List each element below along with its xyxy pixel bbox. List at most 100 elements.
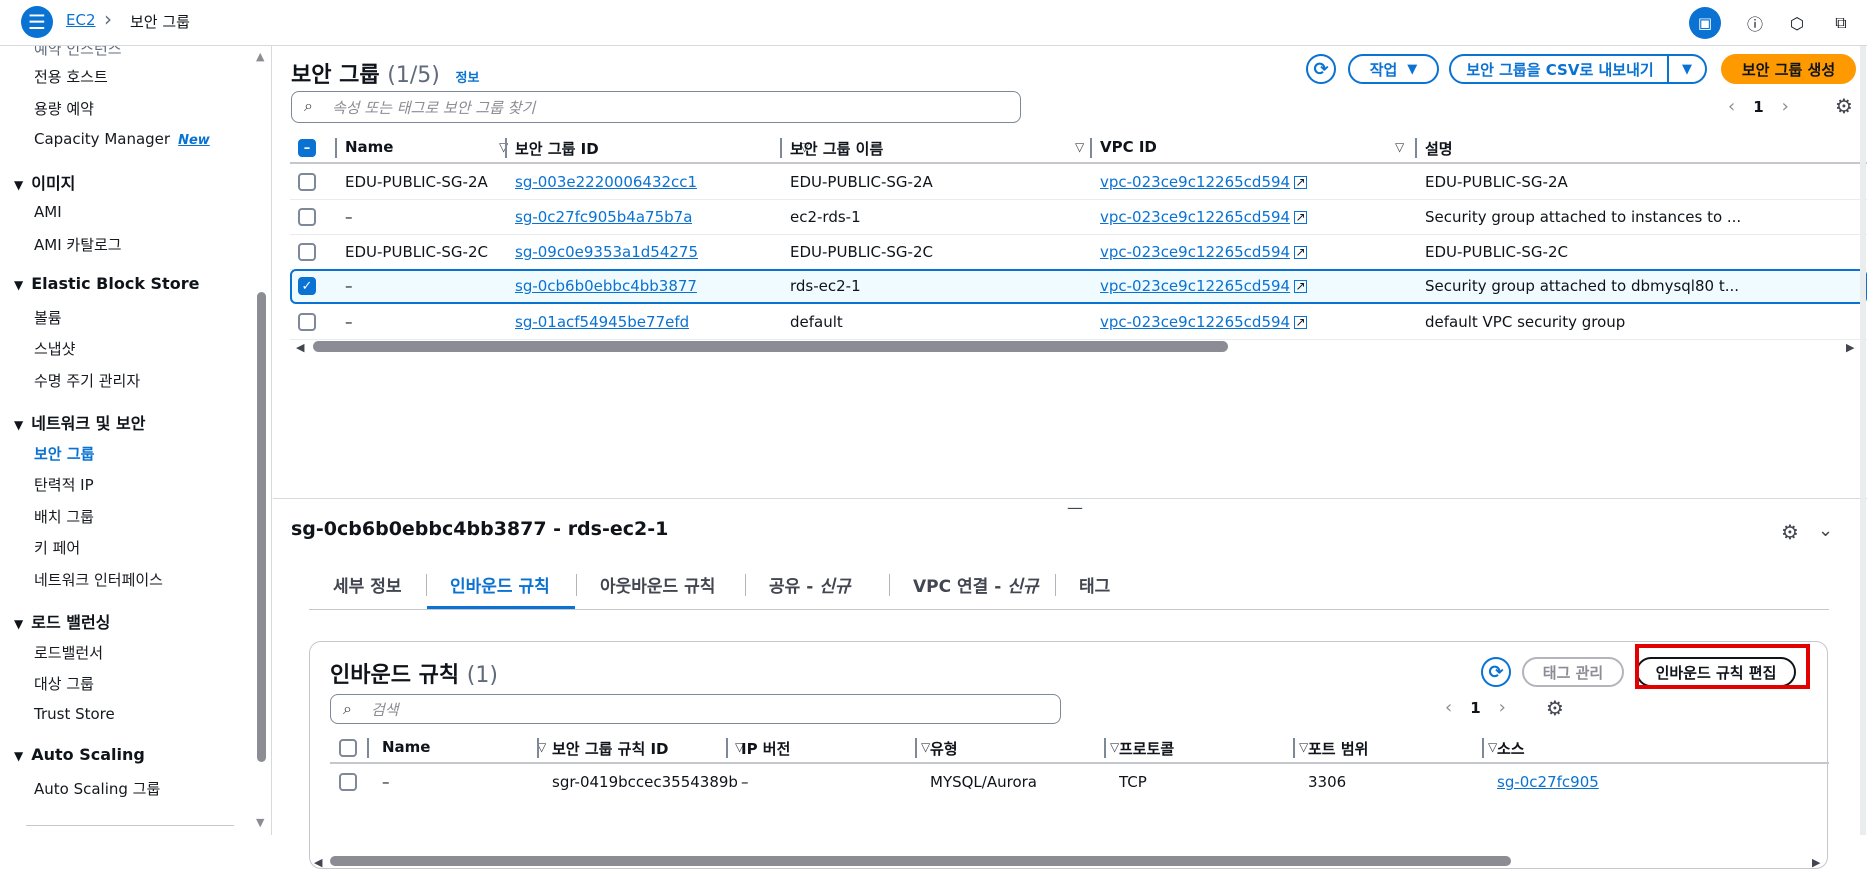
sidebar-item-snapshots[interactable]: 스냅샷 [34,338,75,359]
vpc-link[interactable]: vpc-023ce9c12265cd594 ↗ [1100,208,1308,226]
security-group-id-link[interactable]: sg-01acf54945be77efd [515,313,689,331]
row-checkbox[interactable] [339,773,357,791]
select-all-checkbox[interactable]: – [298,139,316,157]
column-header-protocol[interactable]: 프로토콜 ▽ [1119,738,1308,759]
vpc-id[interactable]: vpc-023ce9c12265cd594 [1100,313,1290,331]
sidebar-item-target-groups[interactable]: 대상 그룹 [34,673,94,694]
vpc-link[interactable]: vpc-023ce9c12265cd594 ↗ [1100,173,1308,191]
tab-sharing[interactable]: 공유 - 신규 [769,572,850,597]
row-checkbox[interactable] [298,243,316,261]
column-header-ip-version[interactable]: IP 버전 ▽ [741,738,930,759]
tab-vpc-associations[interactable]: VPC 연결 - 신규 [913,572,1038,597]
refresh-icon[interactable]: ⟳ [1481,657,1511,687]
tab-details[interactable]: 세부 정보 [333,572,401,597]
chevron-left-icon[interactable]: ‹ [1728,96,1735,117]
settings-hex-icon[interactable]: ⬡ [1784,10,1810,36]
row-checkbox[interactable] [298,313,316,331]
gear-icon[interactable]: ⚙ [1835,94,1853,118]
sidebar-item-lifecycle-manager[interactable]: 수명 주기 관리자 [34,370,140,391]
column-header-port-range[interactable]: 포트 범위 ▽ [1308,738,1497,759]
tab-inbound-rules[interactable]: 인바운드 규칙 [450,572,550,597]
column-header-name[interactable]: Name ▽ [345,138,508,156]
security-group-search-input[interactable]: ⌕ 속성 또는 태그로 보안 그룹 찾기 [291,91,1021,123]
sidebar-item-security-groups[interactable]: 보안 그룹 [34,443,94,464]
vpc-id[interactable]: vpc-023ce9c12265cd594 [1100,173,1290,191]
caret-down-icon[interactable]: ▼ [1667,54,1705,84]
column-header-type[interactable]: 유형 ▽ [930,738,1119,759]
sort-icon[interactable]: ▽ [1395,140,1404,154]
sidebar-section-load-balancing[interactable]: ▼ 로드 밸런싱 [14,609,110,633]
sidebar-item-capacity-reservations[interactable]: 용량 예약 [34,98,94,119]
sort-icon[interactable]: ▽ [1488,740,1497,754]
new-badge[interactable]: New [178,133,210,148]
menu-icon[interactable]: ☰ [21,6,53,38]
info-icon[interactable]: ⓘ [1742,10,1768,36]
table-row-selected[interactable]: ✓ – sg-0cb6b0ebbc4bb3877 rds-ec2-1 vpc-0… [290,269,1867,304]
column-header-name[interactable]: Name ▽ [382,738,546,756]
panel-toggle-icon[interactable]: ▣ [1689,7,1721,39]
scroll-right-icon[interactable]: ▶ [1812,856,1820,869]
gear-icon[interactable]: ⚙ [1546,696,1564,720]
vpc-link[interactable]: vpc-023ce9c12265cd594 ↗ [1100,277,1308,295]
vpc-link[interactable]: vpc-023ce9c12265cd594 ↗ [1100,243,1308,261]
sidebar-item-dedicated-hosts[interactable]: 전용 호스트 [34,66,108,87]
table-horizontal-scrollbar[interactable] [330,856,1511,866]
sidebar-item-ami-catalog[interactable]: AMI 카탈로그 [34,234,122,255]
column-header-vpc[interactable]: VPC ID ▽ [1100,138,1404,156]
scroll-down-icon[interactable]: ▼ [256,816,264,829]
chevron-down-icon[interactable]: ⌄ [1818,520,1833,541]
chevron-right-icon[interactable]: › [1499,697,1506,718]
sidebar-item-load-balancers[interactable]: 로드밸런서 [34,642,103,663]
table-row[interactable]: – sg-01acf54945be77efd default vpc-023ce… [290,305,1867,340]
select-all-checkbox[interactable] [339,739,357,757]
tab-outbound-rules[interactable]: 아웃바운드 규칙 [600,572,715,597]
sidebar-item-reserved[interactable]: 예약 인스턴스 [34,46,122,59]
scroll-left-icon[interactable]: ◀ [296,341,304,354]
sidebar-item-capacity-manager[interactable]: Capacity Manager New [34,130,210,148]
chevron-right-icon[interactable]: › [1782,96,1789,117]
column-header-group-name[interactable]: 보안 그룹 이름 ▽ [790,138,1084,159]
sidebar-item-asg[interactable]: Auto Scaling 그룹 [34,778,160,799]
sidebar-item-network-interfaces[interactable]: 네트워크 인터페이스 [34,569,163,590]
column-header-source[interactable]: 소스 [1497,738,1525,759]
sort-icon[interactable]: ▽ [1110,740,1119,754]
security-group-id-link[interactable]: sg-003e2220006432cc1 [515,173,697,191]
export-csv-button[interactable]: 보안 그룹을 CSV로 내보내기 ▼ [1449,54,1707,84]
gear-icon[interactable]: ⚙ [1781,520,1799,544]
column-header-description[interactable]: 설명 [1425,138,1453,159]
manage-tags-button[interactable]: 태그 관리 [1522,657,1624,687]
table-horizontal-scrollbar[interactable] [313,341,1228,352]
table-row[interactable]: EDU-PUBLIC-SG-2A sg-003e2220006432cc1 ED… [290,165,1867,200]
create-security-group-button[interactable]: 보안 그룹 생성 [1721,54,1856,84]
sort-icon[interactable]: ▽ [1075,140,1084,154]
security-group-id-link[interactable]: sg-0c27fc905b4a75b7a [515,208,692,226]
sidebar-item-key-pairs[interactable]: 키 페어 [34,537,80,558]
table-row[interactable]: – sgr-0419bccec3554389b – MYSQL/Aurora T… [330,765,1829,800]
info-link[interactable]: 정보 [456,71,480,86]
sidebar-item-ami[interactable]: AMI [34,203,62,221]
scroll-right-icon[interactable]: ▶ [1846,341,1854,354]
refresh-icon[interactable]: ⟳ [1306,54,1336,84]
inbound-search-input[interactable]: ⌕ 검색 [330,694,1061,724]
table-row[interactable]: – sg-0c27fc905b4a75b7a ec2-rds-1 vpc-023… [290,200,1867,235]
column-header-id[interactable]: 보안 그룹 ID ▽ [515,138,809,159]
tab-tags[interactable]: 태그 [1079,572,1110,597]
page-number[interactable]: 1 [1470,699,1480,717]
row-checkbox[interactable] [298,173,316,191]
sidebar-section-ebs[interactable]: ▼ Elastic Block Store [14,274,199,293]
actions-button[interactable]: 작업 ▼ [1348,54,1439,84]
sidebar-section-auto-scaling[interactable]: ▼ Auto Scaling [14,745,145,764]
security-group-id-link[interactable]: sg-09c0e9353a1d54275 [515,243,698,261]
row-checkbox[interactable]: ✓ [298,277,316,295]
vpc-id[interactable]: vpc-023ce9c12265cd594 [1100,208,1290,226]
source-link[interactable]: sg-0c27fc905 [1497,773,1599,791]
sort-icon[interactable]: ▽ [921,740,930,754]
page-scrollbar[interactable] [1860,46,1866,835]
sidebar-section-images[interactable]: ▼ 이미지 [14,170,75,194]
vpc-id[interactable]: vpc-023ce9c12265cd594 [1100,277,1290,295]
vpc-id[interactable]: vpc-023ce9c12265cd594 [1100,243,1290,261]
security-group-id-link[interactable]: sg-0cb6b0ebbc4bb3877 [515,277,697,295]
sidebar-scrollbar[interactable] [257,292,266,762]
sidebar-item-elastic-ip[interactable]: 탄력적 IP [34,474,94,495]
sidebar-section-network-security[interactable]: ▼ 네트워크 및 보안 [14,410,145,434]
